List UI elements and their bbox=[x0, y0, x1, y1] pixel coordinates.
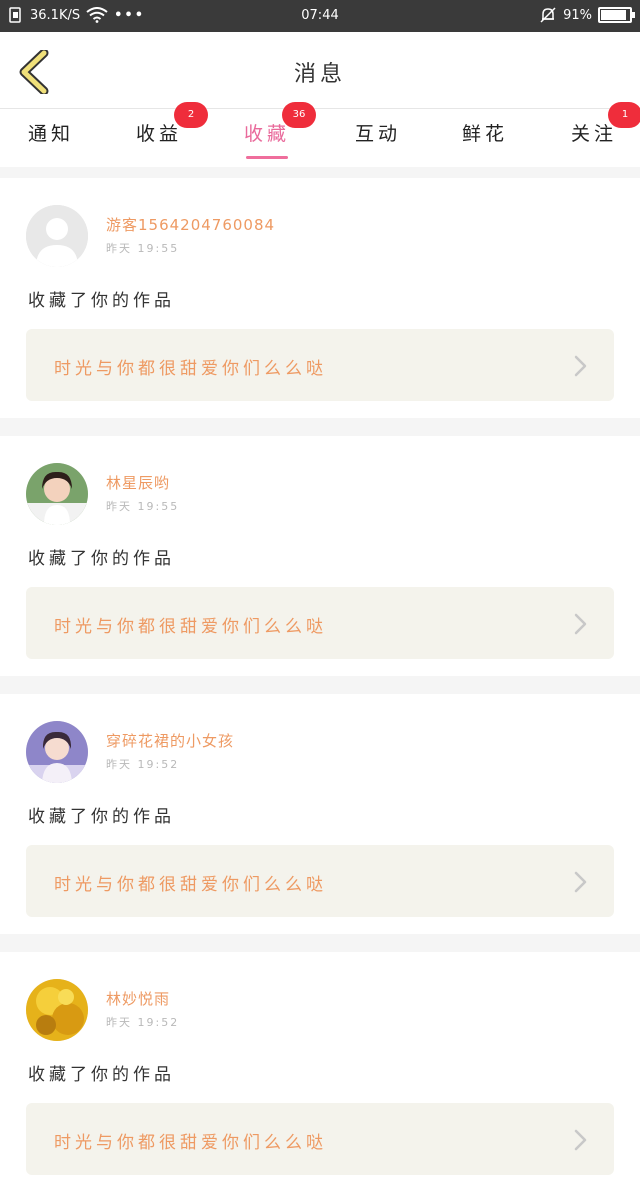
default-avatar-icon bbox=[26, 205, 88, 267]
tab-label: 鲜花 bbox=[462, 123, 509, 145]
tab-label: 互动 bbox=[355, 123, 402, 145]
tab-label: 收益 bbox=[136, 123, 183, 145]
work-link[interactable]: 时光与你都很甜爱你们么么哒 bbox=[26, 845, 614, 917]
tab-label: 通知 bbox=[28, 123, 75, 145]
tab-earnings-badge: 2 bbox=[174, 102, 208, 128]
tab-label: 收藏 bbox=[244, 123, 291, 145]
page-title: 消息 bbox=[293, 62, 346, 87]
tab-label: 关注 bbox=[571, 123, 618, 145]
avatar[interactable] bbox=[26, 721, 88, 783]
avatar[interactable] bbox=[26, 205, 88, 267]
tab-follow-badge: 1 bbox=[608, 102, 640, 128]
message-card: 林妙悦雨 昨天 19:52 收藏了你的作品 时光与你都很甜爱你们么么哒 bbox=[0, 952, 640, 1192]
active-tab-indicator bbox=[246, 156, 289, 159]
avatar[interactable] bbox=[26, 463, 88, 525]
status-bar: 36.1K/S ••• 07:44 91% bbox=[0, 0, 640, 32]
battery-icon bbox=[598, 7, 635, 23]
avatar[interactable] bbox=[26, 979, 88, 1041]
tab-interactions[interactable]: 互动 bbox=[355, 119, 401, 159]
work-link[interactable]: 时光与你都很甜爱你们么么哒 bbox=[26, 587, 614, 659]
work-link[interactable]: 时光与你都很甜爱你们么么哒 bbox=[26, 1103, 614, 1175]
chevron-right-icon bbox=[574, 355, 587, 377]
message-card: 林星辰哟 昨天 19:55 收藏了你的作品 时光与你都很甜爱你们么么哒 bbox=[0, 436, 640, 676]
user-photo-icon bbox=[26, 721, 88, 783]
tab-bar: 通知 收益 2 收藏 36 互动 鲜花 关注 1 bbox=[0, 102, 640, 167]
chevron-right-icon bbox=[574, 1129, 587, 1151]
timestamp: 昨天 19:52 bbox=[106, 758, 180, 771]
timestamp: 昨天 19:55 bbox=[106, 242, 180, 255]
action-text: 收藏了你的作品 bbox=[28, 807, 175, 827]
tab-notifications[interactable]: 通知 bbox=[28, 119, 74, 159]
timestamp: 昨天 19:52 bbox=[106, 1016, 180, 1029]
work-title: 时光与你都很甜爱你们么么哒 bbox=[54, 1133, 327, 1153]
username[interactable]: 林星辰哟 bbox=[106, 472, 170, 493]
username[interactable]: 穿碎花裙的小女孩 bbox=[106, 730, 234, 751]
tab-favorites-badge: 36 bbox=[282, 102, 316, 128]
battery-percent: 91% bbox=[563, 7, 592, 23]
tab-follow[interactable]: 关注 bbox=[571, 119, 617, 159]
tab-flowers[interactable]: 鲜花 bbox=[462, 119, 508, 159]
chevron-right-icon bbox=[574, 871, 587, 893]
action-text: 收藏了你的作品 bbox=[28, 549, 175, 569]
work-title: 时光与你都很甜爱你们么么哒 bbox=[54, 359, 327, 379]
timestamp: 昨天 19:55 bbox=[106, 500, 180, 513]
work-title: 时光与你都很甜爱你们么么哒 bbox=[54, 875, 327, 895]
work-title: 时光与你都很甜爱你们么么哒 bbox=[54, 617, 327, 637]
chevron-right-icon bbox=[574, 613, 587, 635]
username[interactable]: 林妙悦雨 bbox=[106, 988, 170, 1009]
sunflower-photo-icon bbox=[26, 979, 88, 1041]
bell-muted-icon bbox=[540, 7, 556, 23]
work-link[interactable]: 时光与你都很甜爱你们么么哒 bbox=[26, 329, 614, 401]
header: 消息 bbox=[0, 32, 640, 109]
username[interactable]: 游客1564204760084 bbox=[106, 214, 275, 235]
battery-fill bbox=[601, 10, 626, 20]
tab-earnings[interactable]: 收益 bbox=[136, 119, 182, 159]
action-text: 收藏了你的作品 bbox=[28, 1065, 175, 1085]
message-card: 游客1564204760084 昨天 19:55 收藏了你的作品 时光与你都很甜… bbox=[0, 178, 640, 418]
user-photo-icon bbox=[26, 463, 88, 525]
action-text: 收藏了你的作品 bbox=[28, 291, 175, 311]
message-card: 穿碎花裙的小女孩 昨天 19:52 收藏了你的作品 时光与你都很甜爱你们么么哒 bbox=[0, 694, 640, 934]
status-right: 91% bbox=[539, 6, 635, 24]
tab-favorites[interactable]: 收藏 bbox=[244, 119, 290, 159]
